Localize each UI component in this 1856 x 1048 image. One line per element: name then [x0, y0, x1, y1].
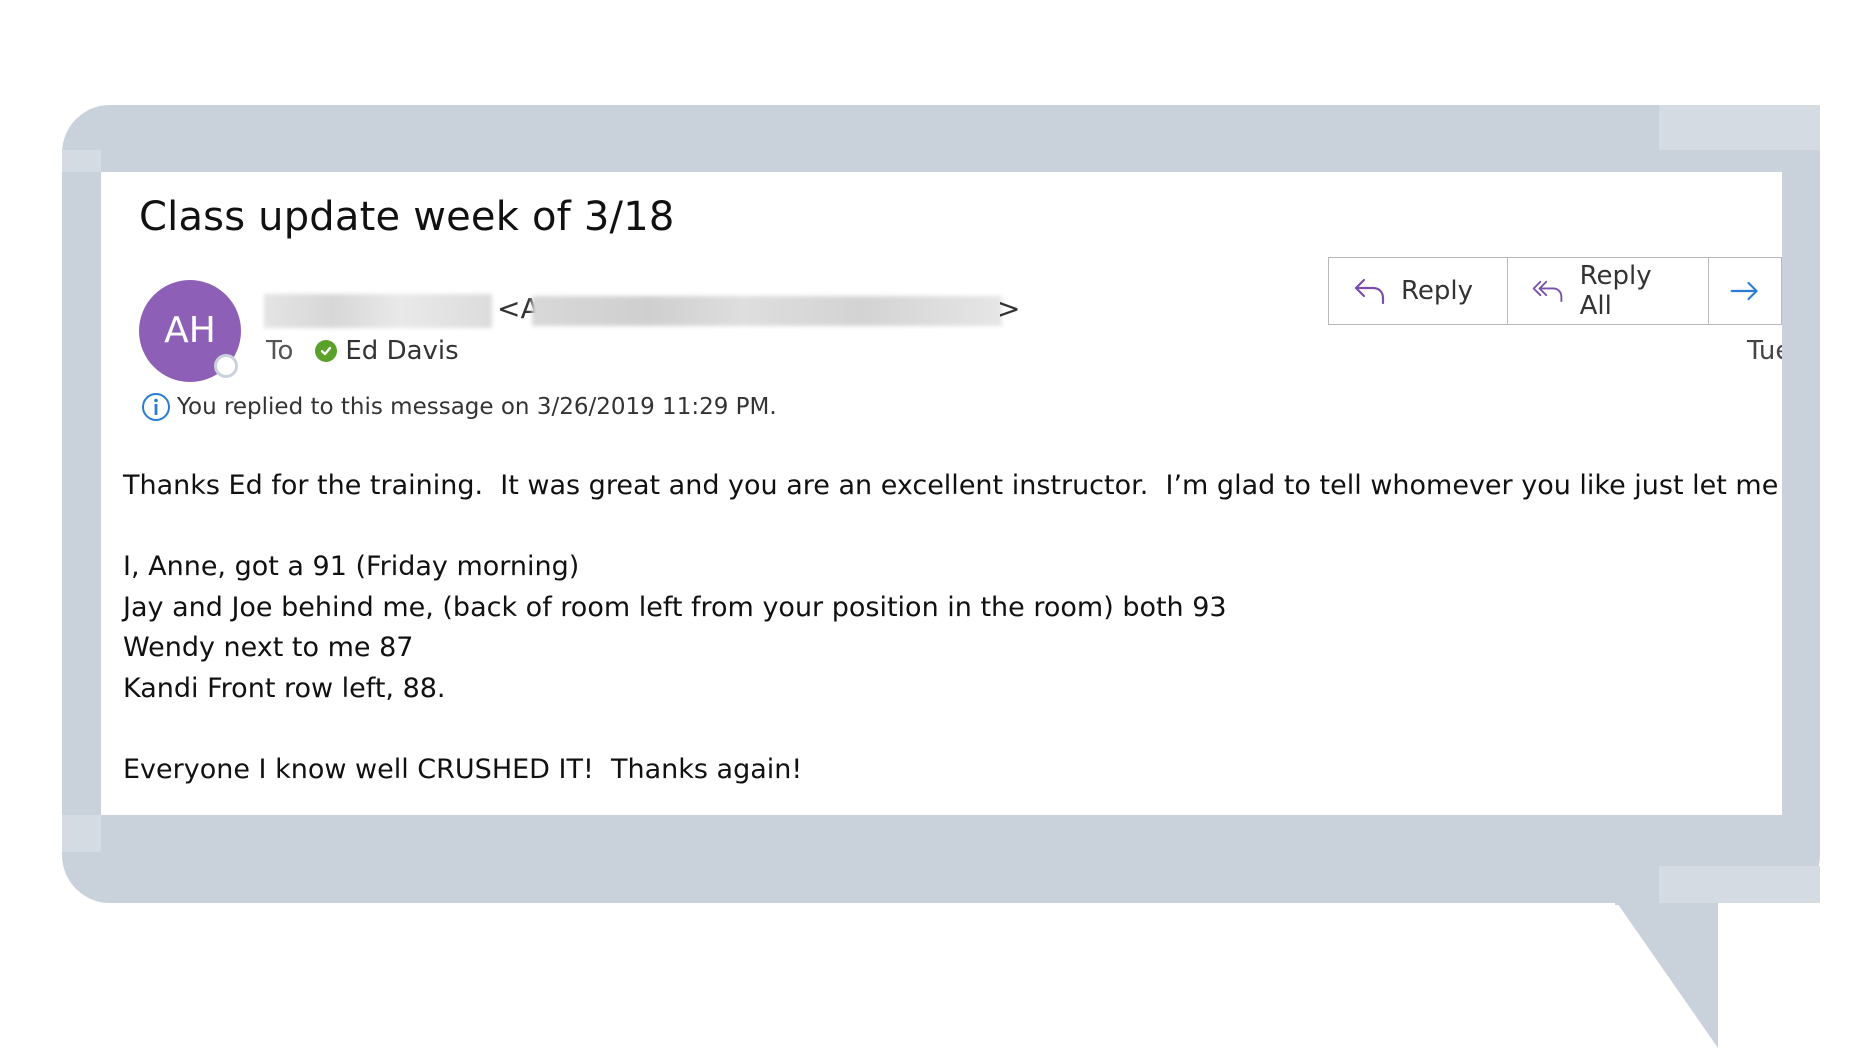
sender-email-redacted — [532, 296, 1002, 326]
check-icon — [315, 340, 338, 362]
body-line-1: Thanks Ed for the training. It was great… — [123, 470, 1782, 501]
reply-icon — [1354, 278, 1385, 305]
reply-all-button[interactable]: Reply All — [1508, 258, 1709, 324]
reply-all-icon — [1532, 280, 1563, 302]
body-line-2: I, Anne, got a 91 (Friday morning) — [123, 551, 580, 582]
reply-label: Reply — [1401, 276, 1474, 306]
reply-info-text: You replied to this message on 3/26/2019… — [177, 394, 777, 420]
email-subject: Class update week of 3/18 — [139, 194, 675, 240]
info-icon — [142, 393, 170, 421]
recipients-line: To Ed Davis — [266, 336, 459, 366]
speech-bubble-tail — [1615, 900, 1718, 1048]
reply-all-label: Reply All — [1579, 261, 1652, 321]
bubble-corner-bottom-left — [62, 815, 101, 852]
bubble-corner-top-right — [1659, 105, 1820, 150]
bubble-corner-bottom-right — [1659, 866, 1820, 903]
to-label: To — [266, 336, 294, 366]
body-line-4: Wendy next to me 87 — [123, 632, 414, 663]
reply-info-bar: You replied to this message on 3/26/2019… — [141, 392, 777, 422]
reply-button[interactable]: Reply — [1329, 258, 1509, 324]
recipient-name[interactable]: Ed Davis — [345, 336, 458, 366]
body-line-6: Everyone I know well CRUSHED IT! Thanks … — [123, 753, 803, 785]
body-line-3: Jay and Joe behind me, (back of room lef… — [123, 591, 1227, 623]
body-line-5: Kandi Front row left, 88. — [123, 672, 446, 704]
forward-button[interactable] — [1709, 258, 1781, 324]
email-message-pane: Class update week of 3/18 AH <A > To Ed … — [101, 172, 1782, 815]
bubble-corner-top-left — [62, 150, 101, 172]
sender-email-close: > — [997, 292, 1021, 325]
sender-initials: AH — [164, 310, 216, 351]
presence-status-icon — [214, 354, 238, 378]
forward-icon — [1730, 281, 1758, 301]
email-body: Thanks Ed for the training. It was great… — [123, 466, 1782, 790]
received-date: Tue — [1747, 336, 1782, 366]
sender-name-redacted — [264, 294, 492, 328]
message-actions-toolbar: Reply Reply All — [1328, 257, 1782, 325]
